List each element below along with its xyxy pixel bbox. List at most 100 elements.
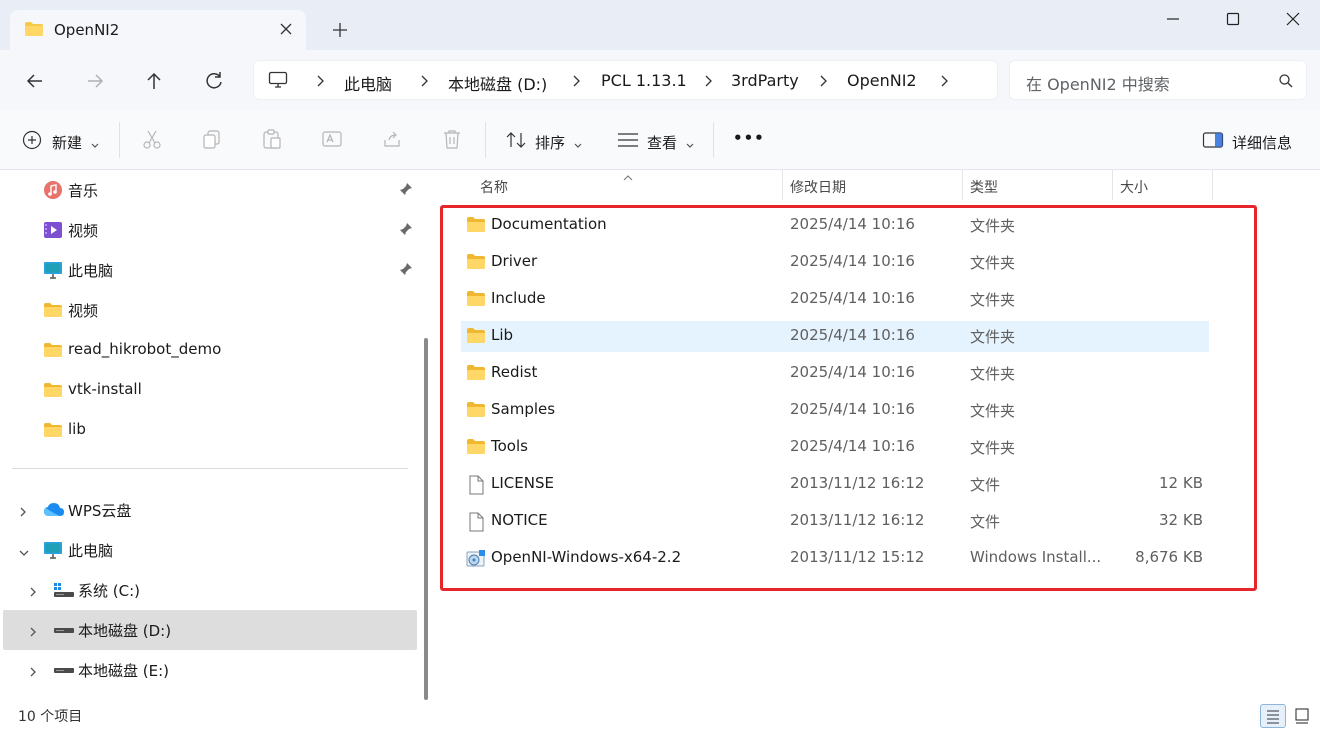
sort-label: 排序 [535,134,566,152]
breadcrumb-pcl[interactable]: PCL 1.13.1 [601,71,687,90]
address-bar[interactable]: 此电脑 本地磁盘 (D:) PCL 1.13.1 3rdParty OpenNI… [253,60,998,100]
file-type: 文件夹 [970,254,1016,272]
tab-openni2[interactable]: OpenNI2 [10,10,306,50]
column-header-size[interactable]: 大小 [1113,170,1211,200]
sidebar-item-folder-videos[interactable]: 视频 [3,290,417,330]
sidebar-item-label: 视频 [68,222,99,240]
rename-icon[interactable] [321,128,343,154]
file-type: 文件夹 [970,328,1016,346]
chevron-right-icon[interactable] [938,74,950,88]
view-button[interactable]: 查看 [617,128,697,154]
sidebar-item-vtk-install[interactable]: vtk-install [3,370,417,410]
search-icon[interactable] [1278,73,1294,93]
new-tab-icon[interactable] [328,18,352,42]
delete-icon[interactable] [441,128,463,154]
chevron-right-icon [314,74,326,88]
table-row[interactable]: Samples 2025/4/14 10:16 文件夹 [461,395,1209,426]
maximize-icon[interactable] [1212,6,1252,32]
sidebar-item-lib[interactable]: lib [3,410,417,450]
details-button[interactable]: 详细信息 [1202,128,1302,154]
file-date: 2025/4/14 10:16 [790,252,915,270]
chevron-down-icon [685,136,695,154]
file-date: 2025/4/14 10:16 [790,363,915,381]
breadcrumb-3rdparty[interactable]: 3rdParty [731,71,799,90]
cut-icon[interactable] [141,128,163,154]
column-header-date[interactable]: 修改日期 [783,170,961,200]
file-type: 文件夹 [970,365,1016,383]
pin-icon [399,222,413,240]
table-row[interactable]: OpenNI-Windows-x64-2.2 2013/11/12 15:12 Wi… [461,543,1209,574]
installer-icon [466,549,486,573]
chevron-right-icon[interactable] [28,624,38,642]
file-date: 2025/4/14 10:16 [790,400,915,418]
details-view-icon[interactable] [1260,704,1286,728]
breadcrumb-openni2[interactable]: OpenNI2 [847,71,917,90]
search-input[interactable]: 在 OpenNI2 中搜索 [1009,60,1307,100]
refresh-icon[interactable] [199,66,229,96]
tree-item-drive-e[interactable]: 本地磁盘 (E:) [3,650,417,690]
file-date: 2025/4/14 10:16 [790,326,915,344]
up-arrow-icon[interactable] [139,66,169,96]
sidebar-item-label: 此电脑 [68,262,114,280]
table-row[interactable]: Redist 2025/4/14 10:16 文件夹 [461,358,1209,389]
drive-icon [53,620,75,644]
table-row[interactable]: Include 2025/4/14 10:16 文件夹 [461,284,1209,315]
chevron-right-icon[interactable] [18,504,28,522]
file-date: 2025/4/14 10:16 [790,215,915,233]
tree-item-drive-c[interactable]: 系统 (C:) [3,570,417,610]
back-arrow-icon[interactable] [20,66,50,96]
folder-icon [466,253,486,274]
table-row[interactable]: Documentation 2025/4/14 10:16 文件夹 [461,210,1209,241]
file-name: OpenNI-Windows-x64-2.2 [491,548,682,566]
view-label: 查看 [647,134,678,152]
folder-icon [43,420,63,442]
table-row[interactable]: NOTICE 2013/11/12 16:12 文件 32 KB [461,506,1209,537]
tree-item-drive-d[interactable]: 本地磁盘 (D:) [3,610,417,650]
details-label: 详细信息 [1232,134,1293,152]
tab-title: OpenNI2 [54,21,120,39]
close-tab-icon[interactable] [276,19,296,39]
file-type: 文件夹 [970,291,1016,309]
sidebar-item-music[interactable]: 音乐 [3,170,417,210]
breadcrumb-this-pc[interactable]: 此电脑 [344,71,392,95]
details-pane-icon [1202,131,1224,153]
computer-icon [43,540,63,564]
table-row[interactable]: Tools 2025/4/14 10:16 文件夹 [461,432,1209,463]
file-type: Windows Install... [970,548,1102,566]
new-button[interactable]: 新建 [22,128,102,154]
file-date: 2025/4/14 10:16 [790,437,915,455]
share-icon[interactable] [381,128,403,154]
table-row[interactable]: Driver 2025/4/14 10:16 文件夹 [461,247,1209,278]
close-window-icon[interactable] [1272,6,1312,32]
file-date: 2025/4/14 10:16 [790,289,915,307]
more-options-button[interactable]: ••• [733,129,765,155]
column-header-type[interactable]: 类型 [963,170,1111,200]
table-row[interactable]: LICENSE 2013/11/12 16:12 文件 12 KB [461,469,1209,500]
copy-icon[interactable] [201,128,223,154]
minimize-icon[interactable] [1152,6,1192,32]
sidebar-scrollbar[interactable] [424,338,428,700]
folder-icon [466,438,486,459]
forward-arrow-icon[interactable] [80,66,110,96]
file-name: Redist [491,363,538,381]
file-size: 8,676 KB [1135,548,1203,566]
paste-icon[interactable] [261,128,283,154]
sidebar-item-videos[interactable]: 视频 [3,210,417,250]
table-row[interactable]: Lib 2025/4/14 10:16 文件夹 [461,321,1209,352]
chevron-down-icon[interactable] [18,544,30,562]
column-separator[interactable] [1212,170,1213,200]
cloud-icon [43,500,65,524]
pin-icon [399,182,413,200]
file-icon [466,512,486,536]
chevron-right-icon[interactable] [28,664,38,682]
sidebar-item-this-pc[interactable]: 此电脑 [3,250,417,290]
sort-button[interactable]: 排序 [505,128,585,154]
tree-item-wps-cloud[interactable]: WPS云盘 [3,490,417,530]
breadcrumb-drive-d[interactable]: 本地磁盘 (D:) [448,71,547,95]
chevron-right-icon[interactable] [28,584,38,602]
chevron-right-icon [418,74,430,88]
tree-item-this-pc[interactable]: 此电脑 [3,530,417,570]
large-icons-view-icon[interactable] [1290,704,1316,728]
sidebar-item-read-hikrobot-demo[interactable]: read_hikrobot_demo [3,330,417,370]
column-header-name[interactable]: 名称 [470,170,782,200]
